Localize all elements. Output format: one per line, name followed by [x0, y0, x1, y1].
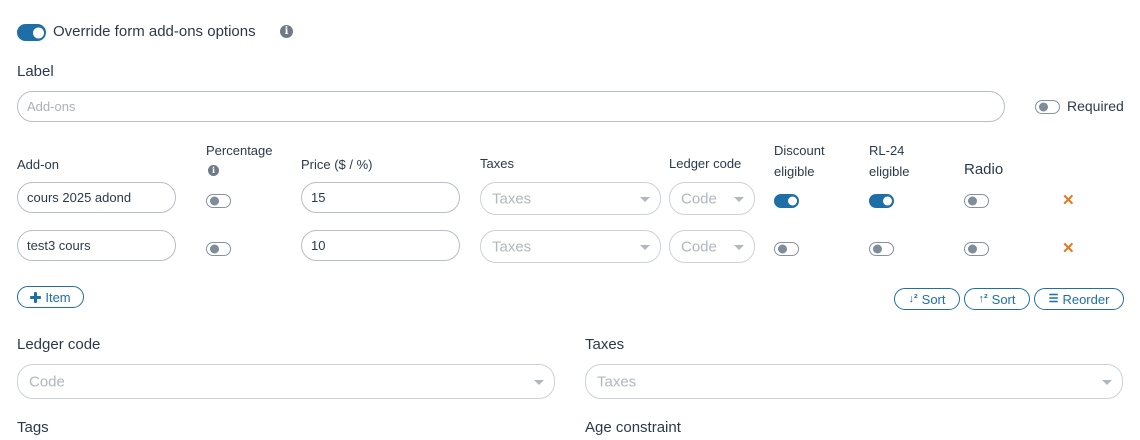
list-icon: ☰	[1048, 292, 1059, 305]
close-icon[interactable]: ✕	[1062, 193, 1075, 208]
column-header-taxes: Taxes	[480, 156, 514, 171]
toggle-knob	[1038, 102, 1048, 112]
chevron-down-icon	[734, 244, 744, 250]
sort-ascending-label: Sort	[921, 291, 946, 307]
column-header-ledger-code: Ledger code	[669, 156, 742, 171]
toggle-knob	[788, 196, 797, 206]
age-constraint-label: Age constraint	[585, 419, 681, 436]
taxes-select[interactable]: Taxes	[480, 182, 661, 215]
code-placeholder: Code	[681, 238, 717, 255]
required-toggle[interactable]	[1035, 100, 1060, 114]
info-icon[interactable]: i	[280, 25, 293, 38]
chevron-down-icon	[534, 379, 544, 385]
tags-label: Tags	[17, 419, 49, 436]
column-header-rl24: RL-24	[869, 143, 905, 158]
toggle-knob	[967, 244, 977, 254]
chevron-down-icon	[1102, 379, 1112, 385]
label-input[interactable]	[17, 91, 1005, 122]
column-header-price: Price ($ / %)	[301, 157, 373, 172]
add-item-label: Item	[45, 289, 71, 305]
percentage-toggle[interactable]	[206, 194, 231, 208]
ledger-code-select[interactable]: Code	[669, 230, 755, 263]
column-header-percentage: Percentage	[206, 143, 273, 158]
chevron-down-icon	[640, 196, 650, 202]
discount-toggle[interactable]	[774, 242, 799, 256]
sort-descending-label: Sort	[991, 291, 1016, 307]
reorder-label: Reorder	[1062, 291, 1110, 307]
chevron-down-icon	[640, 244, 650, 250]
column-header-rl24-line2: eligible	[869, 164, 910, 179]
chevron-down-icon	[734, 196, 744, 202]
close-icon[interactable]: ✕	[1062, 241, 1075, 256]
sort-ascending-icon: ↓²	[908, 292, 918, 305]
toggle-knob	[209, 244, 219, 254]
taxes-select[interactable]: Taxes	[480, 230, 661, 263]
toggle-knob	[33, 27, 44, 38]
toggle-knob	[872, 244, 882, 254]
toggle-knob	[967, 196, 977, 206]
column-header-radio: Radio	[964, 161, 1004, 178]
code-placeholder: Code	[681, 190, 717, 207]
rl24-toggle[interactable]	[869, 194, 894, 208]
discount-toggle[interactable]	[774, 194, 799, 208]
column-header-discount: Discount	[774, 143, 825, 158]
ledger-code-select[interactable]: Code	[17, 364, 555, 399]
sort-descending-button[interactable]: ↑² Sort	[964, 288, 1030, 310]
radio-toggle[interactable]	[964, 242, 989, 256]
plus-icon	[30, 291, 42, 303]
taxes-placeholder: Taxes	[597, 373, 637, 390]
toggle-knob	[777, 244, 787, 254]
taxes-placeholder: Taxes	[492, 190, 532, 207]
addon-name-input[interactable]	[17, 182, 176, 213]
taxes-select[interactable]: Taxes	[585, 364, 1123, 399]
column-header-discount-line2: eligible	[774, 164, 815, 179]
taxes-placeholder: Taxes	[492, 238, 532, 255]
ledger-code-select[interactable]: Code	[669, 182, 755, 215]
sort-descending-icon: ↑²	[978, 292, 988, 305]
taxes-label: Taxes	[585, 336, 625, 353]
add-item-button[interactable]: Item	[17, 286, 84, 308]
label-field-title: Label	[17, 63, 54, 80]
addon-name-input[interactable]	[17, 230, 176, 261]
radio-toggle[interactable]	[964, 194, 989, 208]
override-toggle[interactable]	[17, 24, 46, 41]
toggle-knob	[883, 196, 892, 206]
required-label: Required	[1067, 98, 1124, 114]
ledger-code-label: Ledger code	[17, 336, 101, 353]
code-placeholder: Code	[29, 373, 65, 390]
percentage-toggle[interactable]	[206, 242, 231, 256]
toggle-knob	[209, 196, 219, 206]
price-input[interactable]	[301, 230, 460, 261]
rl24-toggle[interactable]	[869, 242, 894, 256]
info-icon[interactable]: i	[208, 165, 219, 176]
sort-ascending-button[interactable]: ↓² Sort	[894, 288, 960, 310]
price-input[interactable]	[301, 182, 460, 213]
override-label: Override form add-ons options	[53, 23, 256, 40]
reorder-button[interactable]: ☰ Reorder	[1034, 288, 1124, 310]
column-header-addon: Add-on	[17, 157, 59, 172]
